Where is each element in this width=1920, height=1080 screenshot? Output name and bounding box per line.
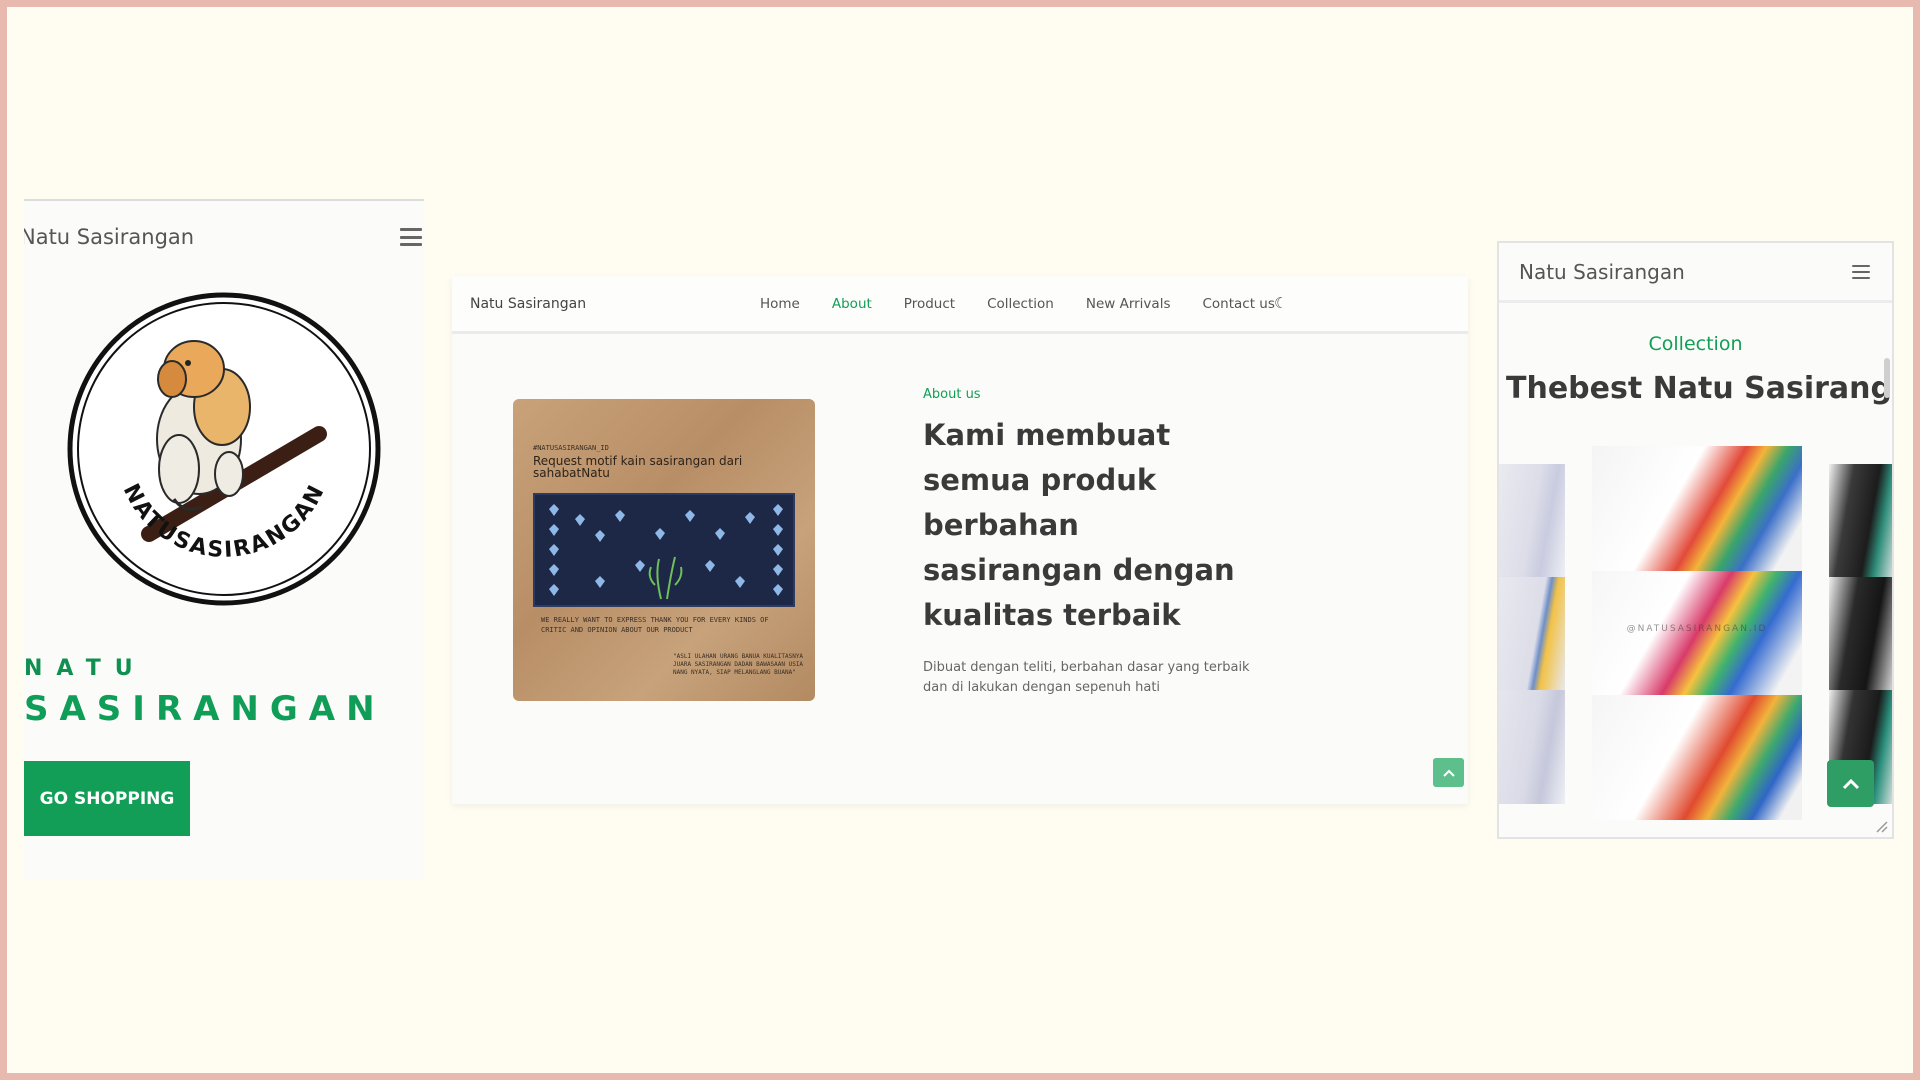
image-handle-text: #NATUSASIRANGAN_ID xyxy=(533,444,609,452)
chevron-up-icon xyxy=(1442,769,1455,777)
mobile-header: Natu Sasirangan xyxy=(1499,243,1892,303)
image-title-text: Request motif kain sasirangan dari sahab… xyxy=(533,454,743,480)
hero-title-line2: SASIRANGAN xyxy=(24,689,386,729)
section-title: Thebest Natu Sasirangan xyxy=(1506,371,1894,406)
nav-contact-us[interactable]: Contact us xyxy=(1202,296,1274,312)
carousel-item[interactable] xyxy=(1499,464,1565,804)
scroll-to-top-button[interactable] xyxy=(1827,760,1874,807)
nav-about[interactable]: About xyxy=(832,296,872,312)
image-thanks-text: WE REALLY WANT TO EXPRESS THANK YOU FOR … xyxy=(541,616,769,634)
about-description: Dibuat dengan teliti, berbahan dasar yan… xyxy=(923,660,1250,695)
scroll-to-top-button[interactable] xyxy=(1433,758,1464,787)
brand-name[interactable]: Natu Sasirangan xyxy=(1519,260,1685,284)
mobile-header: Natu Sasirangan xyxy=(24,201,424,273)
section-label: Collection xyxy=(1648,333,1743,355)
image-quote-text: "ASLI ULAHAN URANG BANUA KUALITASNYA JUA… xyxy=(673,653,804,676)
menu-icon[interactable] xyxy=(400,228,422,246)
mobile-collection-preview: Natu Sasirangan Collection Thebest Natu … xyxy=(1497,241,1894,839)
nav-product[interactable]: Product xyxy=(904,296,955,312)
hero-title-line1: NATU xyxy=(24,656,147,681)
desktop-about-preview: Natu Sasirangan Home About Product Colle… xyxy=(452,276,1468,804)
carousel-item[interactable]: @NATUSASIRANGAN.ID xyxy=(1592,446,1802,820)
about-heading: Kami membuat semua produk berbahan sasir… xyxy=(923,418,1235,632)
nav-menu: Home About Product Collection New Arriva… xyxy=(760,296,1307,312)
resize-grip-icon[interactable] xyxy=(1874,819,1888,833)
sasirangan-fabric xyxy=(533,493,795,607)
nav-collection[interactable]: Collection xyxy=(987,296,1054,312)
top-navbar: Natu Sasirangan Home About Product Colle… xyxy=(452,276,1468,334)
natusasirangan-logo: NATUSASIRANGAN xyxy=(64,289,384,609)
watermark: @NATUSASIRANGAN.ID xyxy=(1626,624,1768,634)
go-shopping-button[interactable]: GO SHOPPING xyxy=(24,761,190,836)
scrollbar[interactable] xyxy=(1884,358,1890,398)
about-image: #NATUSASIRANGAN_ID Request motif kain sa… xyxy=(513,399,815,701)
brand-name[interactable]: Natu Sasirangan xyxy=(470,296,586,312)
chevron-up-icon xyxy=(1842,778,1859,789)
moon-icon[interactable]: ☾ xyxy=(1274,294,1287,312)
mobile-home-preview: Natu Sasirangan NATUSASIRANGAN NATU SASI… xyxy=(24,199,424,879)
brand-name[interactable]: Natu Sasirangan xyxy=(24,225,194,249)
nav-new-arrivals[interactable]: New Arrivals xyxy=(1086,296,1171,312)
nav-home[interactable]: Home xyxy=(760,296,800,312)
section-label: About us xyxy=(923,387,981,402)
menu-icon[interactable] xyxy=(1852,264,1870,279)
carousel-item[interactable] xyxy=(1829,464,1892,804)
